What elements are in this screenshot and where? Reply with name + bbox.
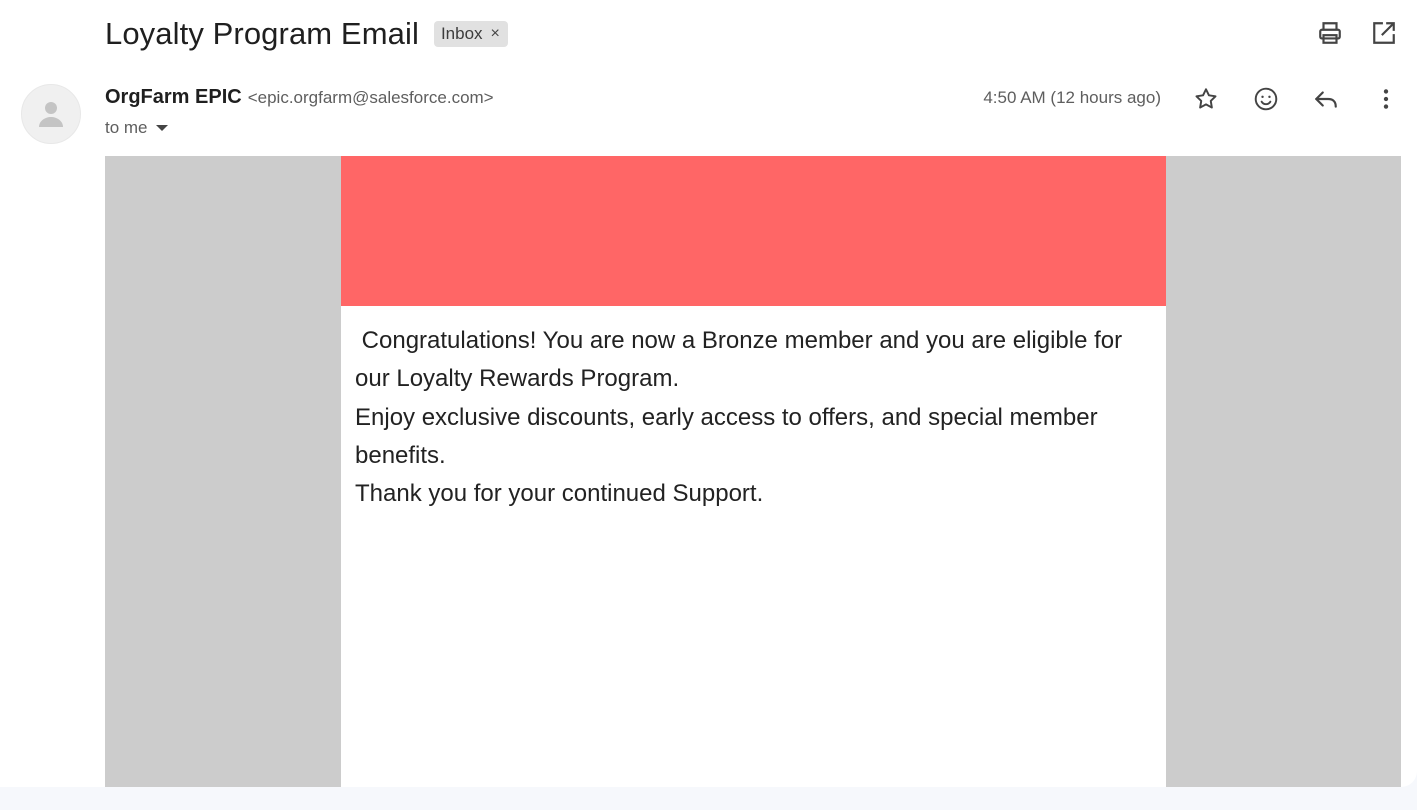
subject-row: Loyalty Program Email Inbox × [105,14,508,54]
message-text: Congratulations! You are now a Bronze me… [341,306,1166,513]
email-view: Loyalty Program Email Inbox × OrgFarm EP… [0,0,1417,787]
message-paragraph: Congratulations! You are now a Bronze me… [355,327,1129,393]
reply-icon[interactable] [1311,84,1341,114]
message-actions [1191,84,1401,114]
chevron-down-icon [155,125,168,131]
sender-line: OrgFarm EPIC <epic.orgfarm@salesforce.co… [105,86,494,112]
sender-email: <epic.orgfarm@salesforce.com> [247,88,494,107]
remove-label-button[interactable]: × [491,26,500,42]
email-body: Congratulations! You are now a Bronze me… [105,156,1401,787]
open-in-new-window-icon[interactable] [1369,18,1399,48]
person-icon [39,102,63,127]
top-actions [1315,18,1399,48]
inbox-label-chip[interactable]: Inbox × [433,21,508,47]
print-icon[interactable] [1315,18,1345,48]
email-timestamp: 4:50 AM (12 hours ago) [983,88,1161,107]
email-subject: Loyalty Program Email [105,16,419,51]
sender-avatar[interactable] [21,84,81,144]
emoji-reaction-icon[interactable] [1251,84,1281,114]
recipient-text: to me [105,118,148,137]
more-options-icon[interactable] [1371,84,1401,114]
star-icon[interactable] [1191,84,1221,114]
message-paragraph: Enjoy exclusive discounts, early access … [355,403,1105,469]
sender-name[interactable]: OrgFarm EPIC [105,86,242,109]
label-text: Inbox [440,24,483,43]
message-paragraph: Thank you for your continued Support. [355,480,764,508]
email-content-card: Congratulations! You are now a Bronze me… [341,156,1166,787]
header-banner [341,156,1166,306]
recipient-details-toggle[interactable]: to me [105,118,168,138]
